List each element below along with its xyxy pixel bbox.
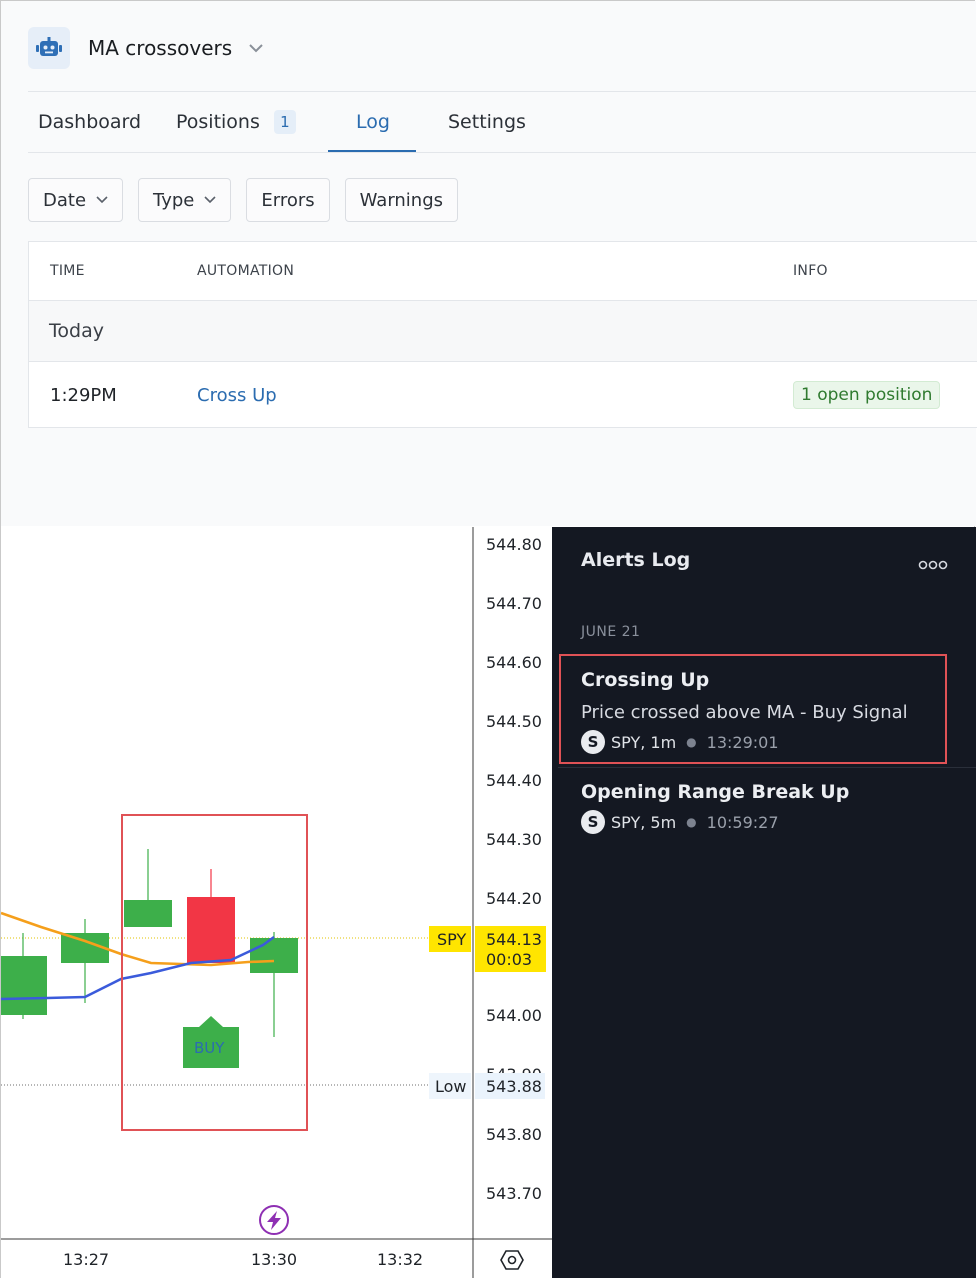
low-label: Low <box>435 1077 467 1096</box>
alert-divider <box>558 767 976 768</box>
price-tick: 544.20 <box>486 889 542 908</box>
tab-bar: Dashboard Positions 1 Log Settings <box>28 93 976 153</box>
tab-dashboard[interactable]: Dashboard <box>38 93 141 151</box>
alerts-title: Alerts Log <box>581 549 691 571</box>
time-tick: 13:32 <box>377 1250 423 1269</box>
automation-link[interactable]: Cross Up <box>197 362 277 428</box>
symbol-label: SPY <box>437 930 466 949</box>
time-tick: 13:30 <box>251 1250 297 1269</box>
table-row[interactable]: 1:29PM Cross Up 1 open position <box>29 362 977 428</box>
alert-highlight-box <box>559 654 947 764</box>
price-tick: 543.80 <box>486 1125 542 1144</box>
row-time: 1:29PM <box>50 384 117 406</box>
alert-name: Opening Range Break Up <box>581 781 850 803</box>
alert-time: 10:59:27 <box>706 812 779 832</box>
price-chart[interactable]: 544.80 544.70 544.60 544.50 544.40 544.3… <box>1 527 552 1278</box>
chevron-down-icon <box>204 196 216 204</box>
filter-bar: Date Type Errors Warnings <box>28 178 459 222</box>
price-tick: 544.40 <box>486 771 542 790</box>
price-tick: 544.30 <box>486 830 542 849</box>
symbol-icon: S <box>581 810 605 834</box>
alert-item-opening-range[interactable]: Opening Range Break Up S SPY, 5m ● 10:59… <box>558 769 948 849</box>
chevron-down-icon[interactable] <box>248 39 266 57</box>
date-filter-button[interactable]: Date <box>28 178 124 222</box>
column-header-time: TIME <box>50 263 85 279</box>
buy-label: BUY <box>194 1039 225 1057</box>
app-header: MA crossovers <box>28 27 266 69</box>
warnings-filter-button[interactable]: Warnings <box>344 178 459 222</box>
price-tick: 544.00 <box>486 1006 542 1025</box>
candles <box>1 849 298 1037</box>
price-tick: 543.70 <box>486 1184 542 1203</box>
header-divider <box>28 91 976 92</box>
price-tick: 544.50 <box>486 712 542 731</box>
log-table: TIME AUTOMATION INFO Today 1:29PM Cross … <box>28 241 977 428</box>
candle-down <box>187 897 235 963</box>
price-tick: 544.80 <box>486 535 542 554</box>
automation-app-panel: MA crossovers Dashboard Positions 1 Log … <box>1 1 977 526</box>
group-label: Today <box>49 320 104 342</box>
column-header-info: INFO <box>793 263 828 279</box>
tab-positions[interactable]: Positions 1 <box>176 93 296 151</box>
candle-up <box>1 956 47 1015</box>
type-filter-button[interactable]: Type <box>138 178 232 222</box>
candle-up <box>124 900 172 927</box>
buy-marker[interactable]: BUY <box>183 1016 239 1068</box>
status-badge: 1 open position <box>793 381 941 409</box>
tab-settings[interactable]: Settings <box>448 93 526 151</box>
table-group-row: Today <box>29 301 977 362</box>
more-options-icon[interactable] <box>918 557 948 571</box>
errors-filter-button[interactable]: Errors <box>246 178 330 222</box>
tabs-divider <box>28 152 976 153</box>
column-header-automation: AUTOMATION <box>197 263 295 279</box>
time-tick: 13:27 <box>63 1250 109 1269</box>
robot-icon <box>28 27 70 69</box>
low-price: 543.88 <box>486 1077 542 1096</box>
separator-dot: ● <box>686 815 697 829</box>
price-tick: 544.60 <box>486 653 542 672</box>
positions-count-badge: 1 <box>273 110 296 134</box>
alerts-panel: Alerts Log JUNE 21 Crossing Up Price cro… <box>552 527 976 1278</box>
tab-log[interactable]: Log <box>356 93 390 151</box>
app-title: MA crossovers <box>88 36 233 60</box>
settings-hexagon-icon[interactable] <box>500 1250 524 1270</box>
last-price: 544.13 <box>486 930 542 949</box>
alert-symbol: SPY, 5m <box>611 812 677 832</box>
lightning-icon[interactable] <box>259 1205 289 1235</box>
countdown: 00:03 <box>486 950 532 969</box>
table-header: TIME AUTOMATION INFO <box>29 242 977 301</box>
alert-meta: S SPY, 5m ● 10:59:27 <box>581 809 779 835</box>
row-info: 1 open position <box>793 362 941 428</box>
alerts-date-header: JUNE 21 <box>581 624 641 640</box>
chevron-down-icon <box>96 196 108 204</box>
price-tick: 544.70 <box>486 594 542 613</box>
candle-up <box>250 938 298 973</box>
